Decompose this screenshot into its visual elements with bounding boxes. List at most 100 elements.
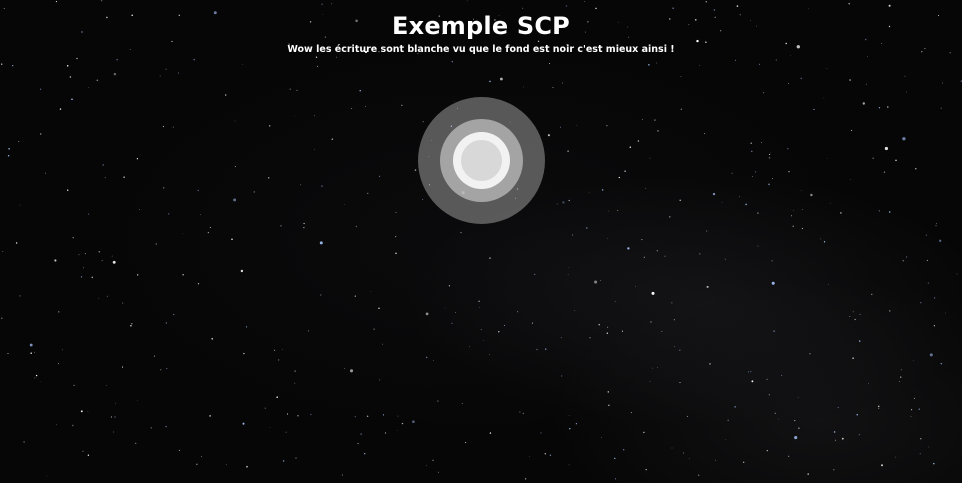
star: [7, 155, 10, 157]
star: [397, 415, 399, 417]
star: [422, 120, 424, 123]
star: [246, 326, 248, 328]
star: [679, 349, 681, 351]
star: [562, 82, 564, 84]
star: [98, 297, 100, 299]
star: [34, 377, 36, 379]
star: [768, 394, 770, 396]
star: [813, 108, 815, 111]
star: [426, 356, 428, 359]
star: [209, 415, 211, 417]
star: [743, 461, 745, 463]
star: [482, 339, 484, 341]
star: [820, 238, 822, 240]
star: [130, 325, 132, 327]
star: [794, 420, 796, 422]
star: [933, 297, 936, 299]
star: [918, 408, 920, 410]
concentric-circles-icon[interactable]: [418, 97, 545, 224]
star: [524, 478, 527, 480]
star: [39, 133, 42, 135]
star: [888, 4, 891, 7]
star: [224, 94, 227, 96]
star: [40, 381, 42, 382]
star: [182, 233, 184, 235]
star: [498, 331, 500, 333]
star: [607, 391, 610, 393]
star: [166, 368, 168, 370]
star: [559, 126, 561, 128]
star: [671, 447, 673, 449]
star: [182, 274, 184, 276]
star: [160, 369, 162, 371]
star: [727, 419, 729, 421]
star: [547, 134, 550, 137]
star: [178, 449, 180, 451]
star: [800, 77, 802, 79]
star: [859, 340, 861, 342]
star: [852, 311, 854, 313]
star: [34, 351, 36, 353]
star: [848, 2, 850, 5]
star: [549, 454, 552, 456]
star: [594, 280, 598, 284]
star: [755, 171, 757, 173]
star: [671, 302, 673, 304]
star: [285, 431, 287, 433]
star: [172, 126, 174, 128]
star: [809, 353, 811, 355]
star: [40, 88, 42, 90]
star: [314, 115, 315, 117]
star: [167, 213, 170, 215]
star: [881, 464, 883, 467]
star: [101, 260, 103, 262]
star: [833, 469, 835, 471]
star: [736, 5, 739, 7]
star: [552, 87, 554, 89]
star: [331, 3, 333, 5]
star: [422, 198, 424, 200]
star: [624, 170, 626, 172]
star: [614, 457, 616, 460]
star: [649, 157, 651, 159]
star: [293, 115, 295, 117]
star: [122, 302, 124, 304]
star: [3, 7, 5, 9]
star: [234, 120, 236, 122]
star: [331, 138, 334, 140]
star: [522, 7, 524, 9]
star: [794, 436, 798, 440]
star: [772, 178, 773, 179]
star: [201, 456, 202, 457]
star: [608, 210, 610, 212]
star: [29, 343, 33, 347]
star: [19, 204, 21, 206]
star: [672, 7, 674, 9]
star: [878, 210, 880, 212]
star: [382, 414, 385, 416]
star: [871, 293, 873, 296]
star: [7, 353, 9, 354]
star: [655, 62, 657, 64]
star: [680, 76, 682, 78]
star: [96, 79, 99, 82]
star: [234, 166, 236, 168]
star: [706, 285, 709, 288]
star: [365, 106, 366, 107]
star: [489, 80, 491, 83]
star: [71, 98, 73, 100]
star: [721, 202, 723, 204]
star: [854, 318, 856, 321]
star: [568, 267, 570, 269]
star: [900, 369, 902, 371]
star: [862, 102, 865, 105]
star: [489, 257, 491, 259]
star: [773, 330, 775, 332]
star: [664, 255, 666, 257]
star: [300, 184, 302, 186]
star: [448, 285, 450, 287]
star: [45, 172, 47, 174]
star: [705, 1, 707, 3]
star: [479, 307, 481, 308]
star: [15, 242, 18, 244]
